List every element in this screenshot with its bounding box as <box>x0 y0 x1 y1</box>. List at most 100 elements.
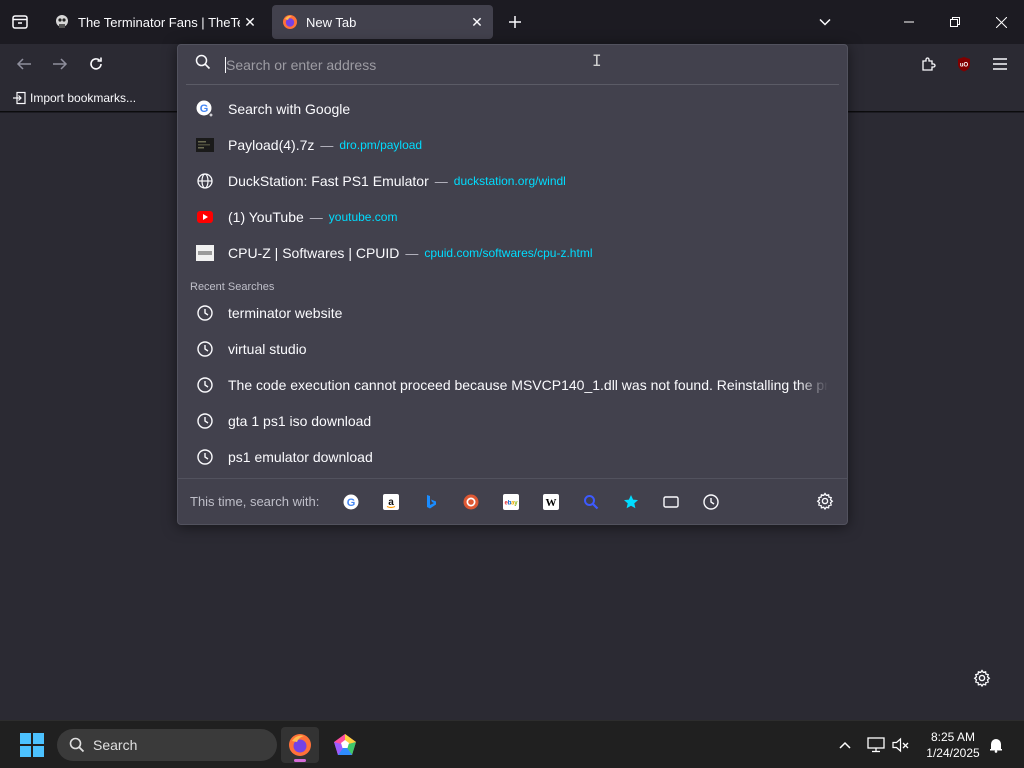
back-button[interactable] <box>12 52 36 76</box>
terminator-favicon-icon <box>54 14 70 30</box>
firefox-view-button[interactable] <box>8 10 32 34</box>
svg-text:G: G <box>347 497 356 509</box>
engine-search-button[interactable] <box>575 486 607 518</box>
search-history-button[interactable] <box>695 486 727 518</box>
tab-new-tab[interactable]: New Tab ✕ <box>272 5 493 39</box>
suggestion-url: duckstation.org/windl <box>453 174 566 188</box>
forward-button[interactable] <box>48 52 72 76</box>
engine-ebay-button[interactable]: ebay <box>495 486 527 518</box>
pentagon-app-icon <box>334 734 356 755</box>
suggestion-duckstation[interactable]: DuckStation: Fast PS1 Emulator — ducksta… <box>186 163 839 199</box>
one-off-label: This time, search with: <box>190 494 320 509</box>
bing-icon <box>423 494 439 510</box>
duckduckgo-icon <box>463 494 479 510</box>
active-app-indicator <box>294 759 306 762</box>
windows-start-button[interactable] <box>20 733 44 757</box>
clock-icon <box>703 493 720 510</box>
clock-icon <box>196 448 214 466</box>
url-input-placeholder: Search or enter address <box>226 56 377 73</box>
svg-text:uO: uO <box>960 63 969 69</box>
list-all-tabs-button[interactable] <box>813 10 837 34</box>
recent-searches-label: Recent Searches <box>190 281 275 293</box>
separator: — <box>434 173 448 189</box>
wikipedia-icon: W <box>543 493 560 510</box>
recent-search-item[interactable]: terminator website <box>186 295 839 331</box>
tab-title: The Terminator Fans | TheTerminatorFans <box>78 14 240 30</box>
reload-button[interactable] <box>84 52 108 76</box>
clock-date: 1/24/2025 <box>926 746 980 760</box>
google-icon: G <box>196 100 214 118</box>
recent-search-text: gta 1 ps1 iso download <box>228 413 372 429</box>
firefox-view-icon <box>12 15 28 29</box>
import-bookmarks-button[interactable]: Import bookmarks... <box>12 91 136 105</box>
engine-google-button[interactable]: G <box>335 486 367 518</box>
recent-search-text: terminator website <box>228 305 343 321</box>
recent-search-item[interactable]: virtual studio <box>186 331 839 367</box>
suggestion-title: (1) YouTube <box>228 209 304 225</box>
globe-icon <box>196 172 214 190</box>
taskbar-search-box[interactable]: Search <box>57 729 277 761</box>
extensions-button[interactable] <box>916 52 940 76</box>
suggestion-search-google[interactable]: G Search with Google <box>186 91 839 127</box>
chevron-up-icon <box>839 741 851 749</box>
windows-logo-icon <box>20 733 31 744</box>
svg-text:G: G <box>200 103 209 115</box>
url-input[interactable]: Search or enter address <box>186 45 839 85</box>
engine-wikipedia-button[interactable]: W <box>535 486 567 518</box>
suggestion-payload[interactable]: Payload(4).7z — dro.pm/payload <box>186 127 839 163</box>
tab-close-icon[interactable]: ✕ <box>240 12 260 32</box>
tab-close-icon[interactable]: ✕ <box>467 12 487 32</box>
minimize-icon <box>904 21 914 23</box>
search-bookmarks-button[interactable] <box>615 486 647 518</box>
minimize-button[interactable] <box>886 0 932 44</box>
google-icon: G <box>343 494 359 510</box>
ublock-origin-button[interactable]: uO <box>952 52 976 76</box>
separator: — <box>320 137 334 153</box>
suggestion-youtube[interactable]: (1) YouTube — youtube.com <box>186 199 839 235</box>
suggestion-url: cpuid.com/softwares/cpu-z.html <box>424 246 593 260</box>
show-hidden-icons-button[interactable] <box>835 735 855 755</box>
tab-icon <box>663 494 680 510</box>
recent-search-item[interactable]: The code execution cannot proceed becaus… <box>186 367 839 403</box>
recent-search-item[interactable]: gta 1 ps1 iso download <box>186 403 839 439</box>
close-window-button[interactable] <box>978 0 1024 44</box>
gear-icon <box>816 492 834 511</box>
taskbar-app-pentagon[interactable] <box>326 727 364 763</box>
title-bar: The Terminator Fans | TheTerminatorFans … <box>0 0 1024 44</box>
clock-icon <box>196 340 214 358</box>
notifications-button[interactable] <box>986 735 1006 755</box>
recent-search-text: virtual studio <box>228 341 307 357</box>
speaker-muted-icon <box>892 737 909 753</box>
svg-text:W: W <box>546 497 557 509</box>
volume-button[interactable] <box>891 735 911 755</box>
taskbar-firefox[interactable] <box>281 727 319 763</box>
tab-terminator-fans[interactable]: The Terminator Fans | TheTerminatorFans … <box>44 5 266 39</box>
restore-button[interactable] <box>932 0 978 44</box>
bell-icon <box>990 739 1002 753</box>
engine-duckduckgo-button[interactable] <box>455 486 487 518</box>
taskbar: Search 8:25 AM 1/24/2025 <box>0 720 1024 768</box>
separator: — <box>405 245 419 261</box>
engine-bing-button[interactable] <box>415 486 447 518</box>
customize-new-tab-button[interactable] <box>973 669 993 689</box>
suggestion-title: Search with Google <box>228 101 351 117</box>
engine-amazon-button[interactable]: a <box>375 486 407 518</box>
import-bookmarks-label: Import bookmarks... <box>30 91 137 105</box>
suggestion-url: dro.pm/payload <box>339 138 423 152</box>
firefox-favicon-icon <box>282 14 298 30</box>
suggestion-url: youtube.com <box>328 210 398 224</box>
one-off-search-bar: This time, search with: G a ebay W <box>178 478 847 524</box>
ublock-origin-icon: uO <box>958 57 970 72</box>
clock-icon <box>196 304 214 322</box>
hamburger-menu-icon <box>993 58 1007 70</box>
taskbar-clock[interactable]: 8:25 AM 1/24/2025 <box>918 729 988 761</box>
network-button[interactable] <box>866 735 886 755</box>
recent-search-item[interactable]: ps1 emulator download <box>186 439 839 475</box>
suggestion-cpuz[interactable]: CPU-Z | Softwares | CPUID — cpuid.com/so… <box>186 235 839 271</box>
search-icon <box>195 54 211 75</box>
app-menu-button[interactable] <box>988 52 1012 76</box>
clock-time: 8:25 AM <box>930 730 976 744</box>
search-tabs-button[interactable] <box>655 486 687 518</box>
search-settings-button[interactable] <box>816 492 834 515</box>
new-tab-button[interactable] <box>503 10 527 34</box>
